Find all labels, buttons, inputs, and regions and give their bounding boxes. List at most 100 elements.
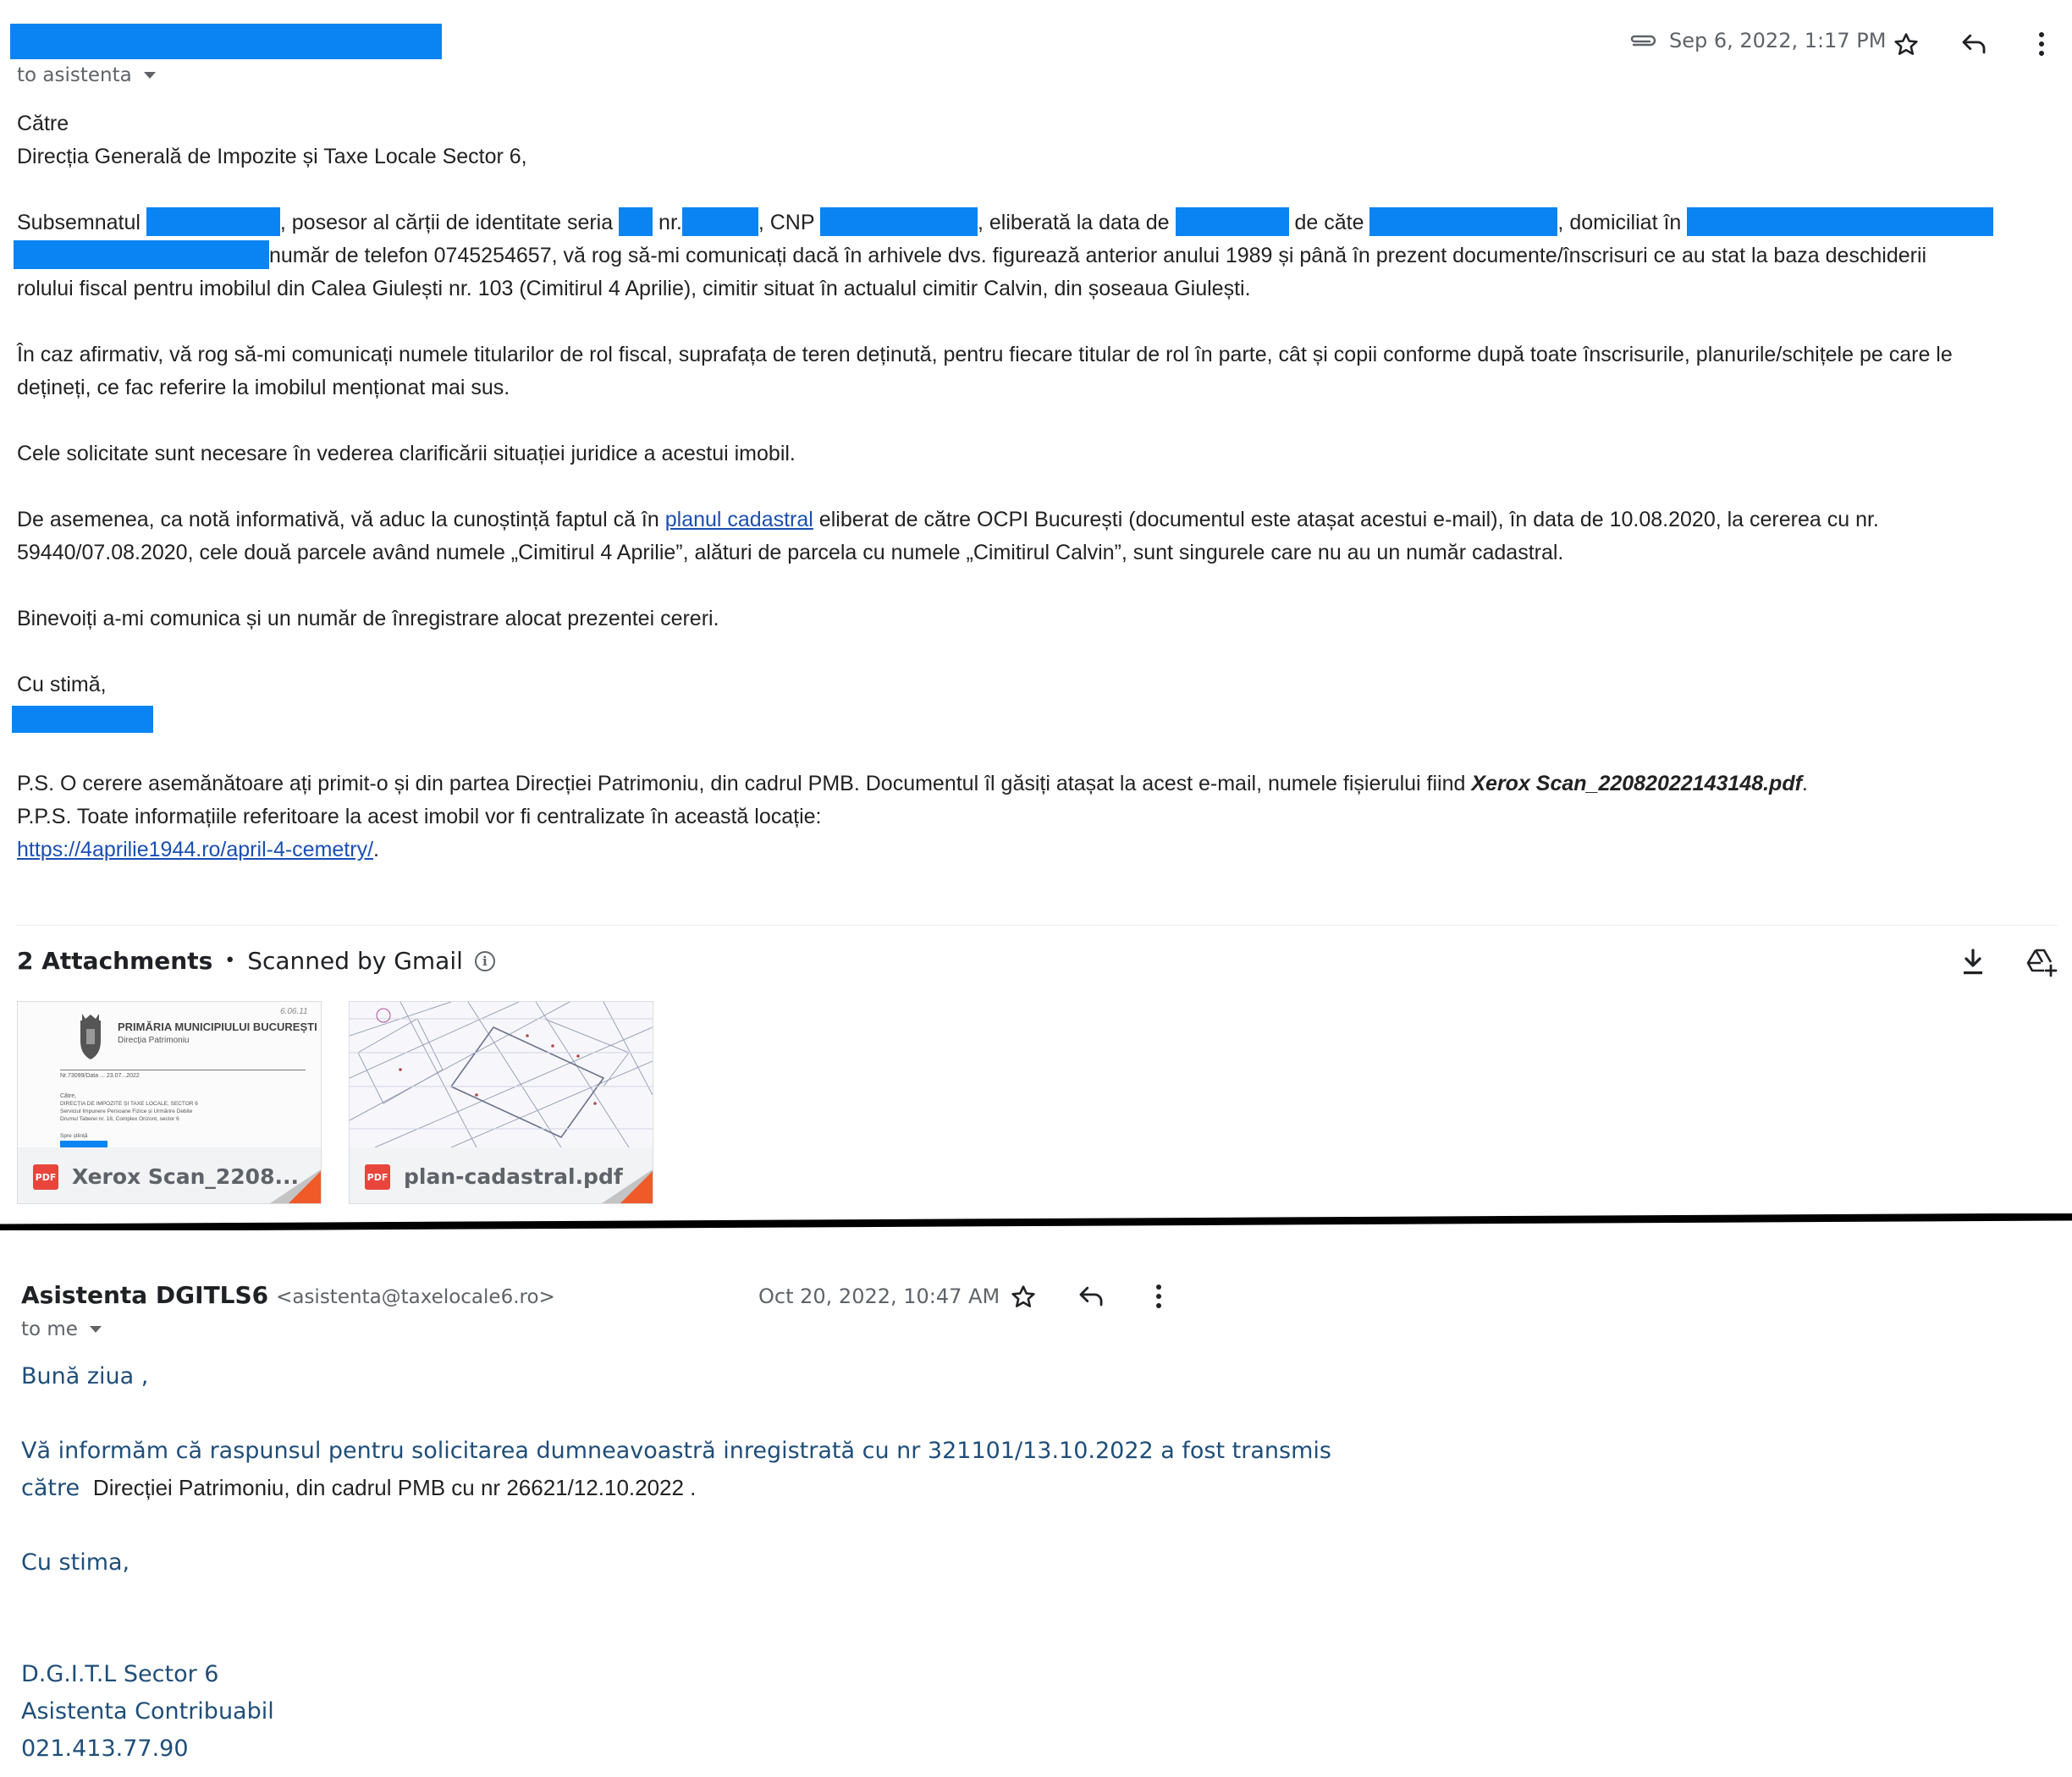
paragraph-2-line-1: În caz afirmativ, vă rog să-mi comunicaț… xyxy=(17,343,1953,366)
thumb-number: Nr.73099/Data ... 23.07...2022 xyxy=(60,1073,140,1079)
reply-signature-1: D.G.I.T.L Sector 6 xyxy=(21,1661,219,1687)
thumb-signature: Spre știință xyxy=(60,1133,88,1139)
add-to-drive-button[interactable] xyxy=(2022,942,2063,982)
recipient-line: to asistenta xyxy=(17,64,132,86)
reply-line-2-b: Direcției Patrimoniu, din cadrul PMB cu … xyxy=(86,1475,697,1500)
redacted-id-series xyxy=(619,207,653,236)
ps-text: P.S. O cerere asemănătoare ați primit-o … xyxy=(17,772,1472,795)
closing: Cu stimă, xyxy=(17,673,107,696)
paragraph-2-line-2: dețineți, ce fac referire la imobilul me… xyxy=(17,376,510,399)
paragraph-3: Cele solicitate sunt necesare în vederea… xyxy=(17,442,796,465)
chevron-down-icon xyxy=(89,1326,102,1333)
star-button[interactable] xyxy=(1886,25,1926,65)
info-icon[interactable]: i xyxy=(474,950,495,971)
star-icon xyxy=(1894,33,1918,55)
thumb-redaction xyxy=(60,1141,107,1147)
thumb-line-3: Drumul Taberei nr. 18, Complex Orizont, … xyxy=(60,1116,179,1122)
attachment-thumbnail: PRIMĂRIA MUNICIPIULUI BUCUREȘTI Direcția… xyxy=(18,1002,321,1147)
email-date: Oct 20, 2022, 10:47 AM xyxy=(758,1285,1000,1308)
download-all-button[interactable] xyxy=(1953,942,1993,982)
reply-line-2-a: către xyxy=(21,1475,87,1501)
recipient-details-toggle[interactable]: to me xyxy=(21,1318,102,1340)
redacted-name xyxy=(146,207,280,236)
thumb-line-2: Serviciul Impunere Persoane Fizice și Ur… xyxy=(60,1109,193,1114)
reply-button[interactable] xyxy=(1071,1276,1111,1317)
email-date: Sep 6, 2022, 1:17 PM xyxy=(1669,29,1887,52)
website-link[interactable]: https://4aprilie1944.ro/april-4-cemetry/ xyxy=(17,838,373,861)
attachments-header: 2 Attachments • Scanned by Gmail i xyxy=(17,947,495,975)
p1-line-2-text: număr de telefon 0745254657, vă rog să-m… xyxy=(269,244,1927,267)
paragraph-4-line-1: De asemenea, ca notă informativă, vă adu… xyxy=(17,503,1879,536)
reply-button[interactable] xyxy=(1954,24,1994,64)
p4-text-a: De asemenea, ca notă informativă, vă adu… xyxy=(17,508,665,531)
p1-text-g: , domiciliat în xyxy=(1557,211,1688,234)
attachment-filename: Xerox Scan_2208... xyxy=(72,1164,299,1189)
attachment-filename: plan-cadastral.pdf xyxy=(404,1164,623,1189)
reply-signature-2: Asistenta Contribuabil xyxy=(21,1698,274,1725)
pdf-file-icon: PDF xyxy=(33,1164,58,1190)
redacted-cnp xyxy=(820,207,978,236)
redacted-id-number xyxy=(681,207,758,236)
paragraph-5: Binevoiți a-mi comunica și un număr de î… xyxy=(17,607,719,630)
dot-separator: • xyxy=(224,950,236,971)
pps-line: P.P.S. Toate informațiile referitoare la… xyxy=(17,805,822,828)
p1-text-b: , posesor al cărții de identitate seria xyxy=(279,211,620,234)
ps-end: . xyxy=(1801,772,1808,795)
redacted-issuer xyxy=(1369,207,1558,236)
paragraph-1-line-1: Subsemnatul , posesor al cărții de ident… xyxy=(17,206,1994,239)
coat-of-arms-icon xyxy=(80,1014,101,1059)
corner-fold-icon xyxy=(620,1171,653,1203)
corner-fold-icon xyxy=(289,1171,321,1203)
p1-text-d: , CNP xyxy=(758,211,821,234)
pps-link-line: https://4aprilie1944.ro/april-4-cemetry/… xyxy=(17,833,379,866)
p1-text-a: Subsemnatul xyxy=(17,211,146,234)
recipient-line: to me xyxy=(21,1318,78,1340)
chevron-down-icon xyxy=(143,72,156,79)
redacted-signature xyxy=(12,706,153,733)
attachments-divider xyxy=(17,925,2057,926)
sender-name: Asistenta DGITLS6 xyxy=(21,1281,269,1309)
p1-text-f: de căte xyxy=(1288,211,1370,234)
p1-text-c: nr. xyxy=(653,211,682,234)
attachments-count: 2 Attachments xyxy=(17,947,213,975)
more-vert-icon xyxy=(1156,1285,1161,1308)
reply-closing: Cu stima, xyxy=(21,1549,130,1576)
salutation-line-1: Către xyxy=(17,112,69,135)
ps-line: P.S. O cerere asemănătoare ați primit-o … xyxy=(17,767,1808,800)
paragraph-1-line-3: rolului fiscal pentru imobilul din Calea… xyxy=(17,277,1251,300)
redacted-sender-name xyxy=(10,24,442,59)
reply-signature-3: 021.413.77.90 xyxy=(21,1736,189,1762)
sender-line: Asistenta DGITLS6 <asistenta@taxelocale6… xyxy=(21,1281,555,1309)
more-options-button[interactable] xyxy=(2021,24,2062,64)
star-button[interactable] xyxy=(1003,1277,1044,1318)
reply-line-1: Vă informăm că raspunsul pentru solicita… xyxy=(21,1438,1331,1464)
thumb-heading: PRIMĂRIA MUNICIPIULUI BUCUREȘTI xyxy=(118,1021,317,1033)
attachment-card-plan-cadastral[interactable]: PDF plan-cadastral.pdf xyxy=(349,1001,653,1204)
ps-filename: Xerox Scan_22082022143148.pdf xyxy=(1471,772,1802,795)
cadastral-map-thumbnail xyxy=(350,1002,653,1147)
pps-end: . xyxy=(373,838,379,861)
paragraph-1-line-2: număr de telefon 0745254657, vă rog să-m… xyxy=(14,239,1926,272)
attachment-card-xerox-scan[interactable]: PRIMĂRIA MUNICIPIULUI BUCUREȘTI Direcția… xyxy=(17,1001,322,1204)
download-icon xyxy=(1964,949,1982,975)
screenshot-separator-line xyxy=(0,1213,2072,1230)
reply-icon xyxy=(1962,34,1986,54)
star-icon xyxy=(1011,1285,1035,1307)
attachment-footer: PDF Xerox Scan_2208... xyxy=(18,1147,321,1203)
add-to-drive-icon xyxy=(2026,949,2058,977)
thumb-line-1: DIRECȚIA DE IMPOZITE ȘI TAXE LOCALE, SEC… xyxy=(60,1101,198,1107)
recipient-details-toggle[interactable]: to asistenta xyxy=(17,64,156,86)
p1-text-e: , eliberată la data de xyxy=(978,211,1176,234)
more-vert-icon xyxy=(2039,32,2044,56)
pdf-file-icon: PDF xyxy=(365,1164,390,1190)
redacted-issue-date xyxy=(1175,207,1289,236)
attachment-thumbnail xyxy=(350,1002,653,1147)
thumb-to: Către, xyxy=(60,1093,77,1099)
redacted-address xyxy=(1687,207,1994,236)
attachment-footer: PDF plan-cadastral.pdf xyxy=(350,1147,653,1203)
cadastral-plan-link[interactable]: planul cadastral xyxy=(665,508,813,531)
more-options-button[interactable] xyxy=(1138,1276,1179,1317)
sender-email: <asistenta@taxelocale6.ro> xyxy=(276,1286,555,1308)
reply-line-2: către Direcției Patrimoniu, din cadrul P… xyxy=(21,1475,696,1501)
salutation-line-2: Direcția Generală de Impozite și Taxe Lo… xyxy=(17,145,527,168)
